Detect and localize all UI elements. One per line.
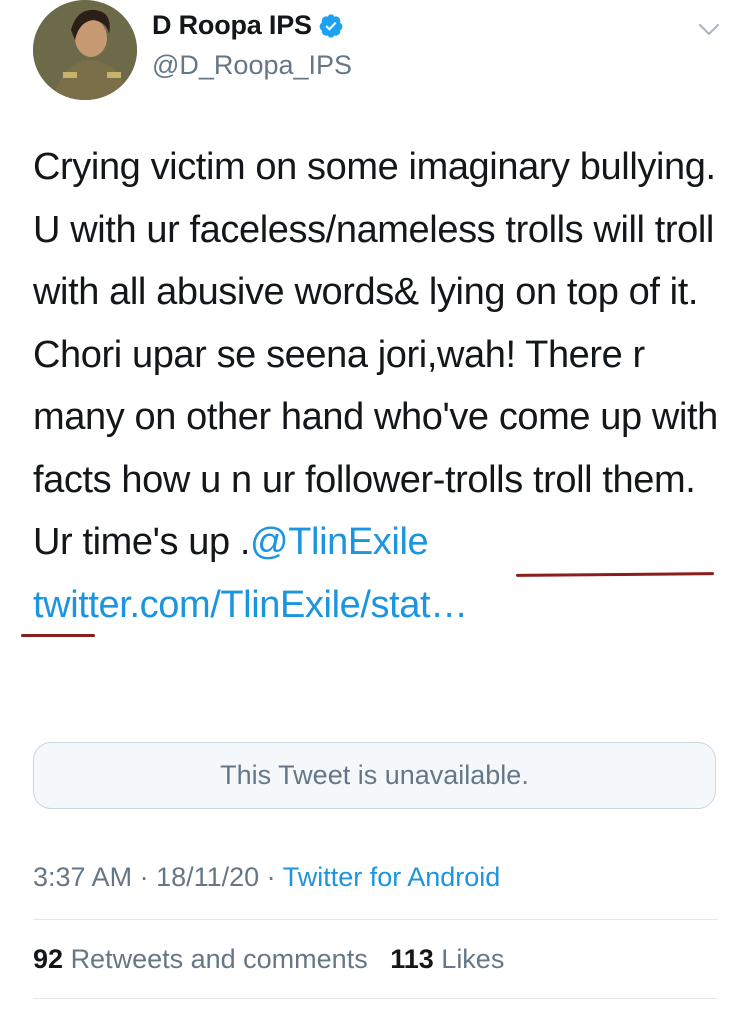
tweet-date[interactable]: 18/11/20 (156, 862, 259, 892)
quoted-tweet-card[interactable]: This Tweet is unavailable. (33, 742, 716, 809)
tweet-time[interactable]: 3:37 AM (33, 862, 132, 892)
author-handle[interactable]: @D_Roopa_IPS (152, 50, 352, 81)
tweet-meta: 3:37 AM · 18/11/20 · Twitter for Android (33, 862, 500, 893)
tweet-text: Crying victim on some imaginary bullying… (33, 136, 723, 636)
divider (33, 998, 718, 999)
avatar[interactable] (33, 0, 137, 100)
tweet-stats: 92 Retweets and comments 113 Likes (33, 944, 504, 975)
tweet-url-link[interactable]: twitter.com/TlinExile/stat… (33, 584, 468, 626)
quoted-tweet-message: This Tweet is unavailable. (220, 760, 529, 790)
display-name-text: D Roopa IPS (152, 10, 312, 40)
likes-count: 113 (390, 944, 434, 974)
chevron-down-icon[interactable] (694, 14, 724, 44)
retweets-count: 92 (33, 944, 64, 974)
avatar-image (33, 0, 137, 100)
likes-stat[interactable]: 113 Likes (390, 944, 504, 974)
likes-label: Likes (441, 944, 505, 974)
author-display-name[interactable]: D Roopa IPS (152, 10, 344, 41)
retweets-stat[interactable]: 92 Retweets and comments (33, 944, 368, 974)
divider (33, 919, 718, 920)
tweet-source-link[interactable]: Twitter for Android (283, 862, 501, 892)
meta-separator: · (132, 862, 157, 892)
verified-badge-icon (319, 13, 343, 38)
mention-link[interactable]: @TlinExile (250, 521, 429, 563)
retweets-label: Retweets and comments (70, 944, 368, 974)
tweet-body: Crying victim on some imaginary bullying… (33, 146, 718, 563)
meta-separator: · (259, 862, 283, 892)
annotation-underline (21, 634, 95, 637)
